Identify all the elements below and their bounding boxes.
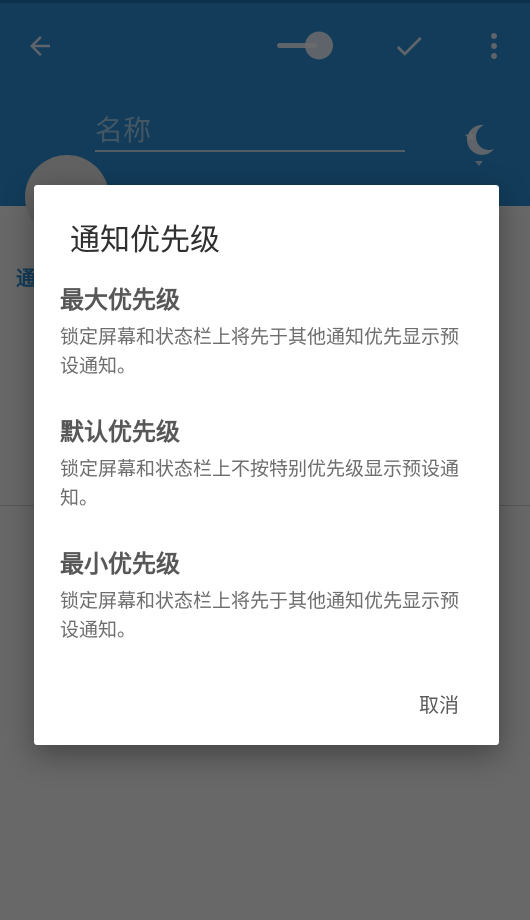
option-description: 锁定屏幕和状态栏上将先于其他通知优先显示预设通知。: [60, 590, 460, 641]
option-title: 默认优先级: [60, 418, 180, 446]
priority-dialog: 通知优先级 最大优先级 锁定屏幕和状态栏上将先于其他通知优先显示预设通知。 默认…: [34, 185, 499, 745]
screen: 通 通知优先级 最大优先级 锁定屏幕和状态栏上将先于其他通知优先显示预设通知。 …: [0, 0, 530, 920]
dialog-title: 通知优先级: [70, 223, 220, 258]
option-default-priority[interactable]: 默认优先级 锁定屏幕和状态栏上不按特别优先级显示预设通知。: [60, 417, 470, 513]
option-max-priority[interactable]: 最大优先级 锁定屏幕和状态栏上将先于其他通知优先显示预设通知。: [60, 285, 470, 381]
option-description: 锁定屏幕和状态栏上不按特别优先级显示预设通知。: [60, 458, 460, 509]
option-min-priority[interactable]: 最小优先级 锁定屏幕和状态栏上将先于其他通知优先显示预设通知。: [60, 549, 470, 645]
option-title: 最大优先级: [60, 286, 180, 314]
cancel-button[interactable]: 取消: [411, 683, 467, 724]
option-description: 锁定屏幕和状态栏上将先于其他通知优先显示预设通知。: [60, 326, 460, 377]
option-title: 最小优先级: [60, 550, 180, 578]
